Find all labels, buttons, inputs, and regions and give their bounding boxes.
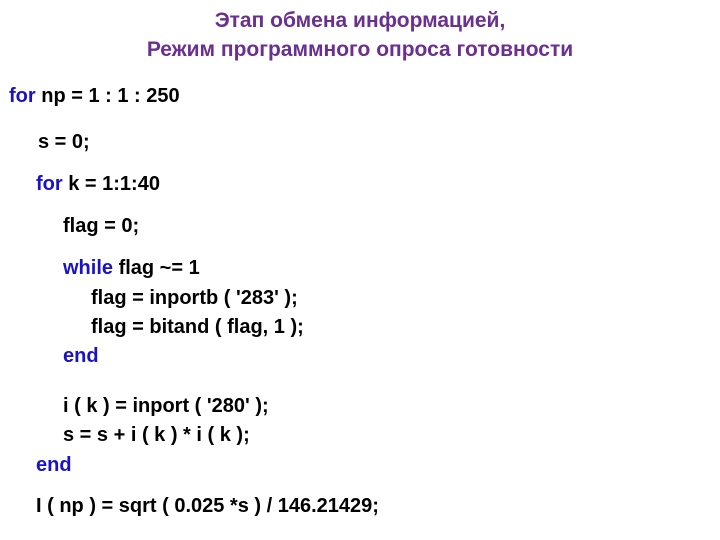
code-line: i ( k ) = inport ( '280' ); bbox=[63, 394, 269, 418]
code-keyword: end bbox=[36, 454, 72, 476]
code-text: k = 1:1:40 bbox=[62, 173, 160, 195]
code-line: I ( np ) = sqrt ( 0.025 *s ) / 146.21429… bbox=[36, 494, 379, 518]
code-line: s = s + i ( k ) * i ( k ); bbox=[63, 423, 250, 447]
code-text: flag = inportb ( '283' ); bbox=[91, 287, 298, 309]
code-text: np = 1 : 1 : 250 bbox=[35, 85, 180, 107]
code-text: I ( np ) = sqrt ( 0.025 *s ) / 146.21429… bbox=[36, 495, 379, 517]
code-line: end bbox=[63, 344, 99, 368]
code-text: s = s + i ( k ) * i ( k ); bbox=[63, 424, 250, 446]
code-line: s = 0; bbox=[38, 130, 90, 154]
slide-title-line-1: Этап обмена информацией, bbox=[214, 9, 506, 32]
code-text: i ( k ) = inport ( '280' ); bbox=[63, 395, 269, 417]
code-line: while flag ~= 1 bbox=[63, 256, 200, 280]
code-text: flag = 0; bbox=[63, 215, 140, 237]
code-line: for k = 1:1:40 bbox=[36, 172, 160, 196]
code-line: flag = inportb ( '283' ); bbox=[91, 286, 298, 310]
code-keyword: for bbox=[9, 85, 36, 107]
slide-title-line-2: Режим программного опроса готовности bbox=[146, 38, 574, 61]
code-keyword: for bbox=[36, 173, 63, 195]
code-line: end bbox=[36, 453, 72, 477]
code-keyword: end bbox=[63, 345, 99, 367]
code-line: for np = 1 : 1 : 250 bbox=[9, 84, 180, 108]
code-text: flag = bitand ( flag, 1 ); bbox=[91, 316, 304, 338]
code-text: s = 0; bbox=[38, 131, 90, 153]
code-line: flag = 0; bbox=[63, 214, 139, 238]
code-line: flag = bitand ( flag, 1 ); bbox=[91, 315, 304, 339]
code-keyword: while bbox=[63, 257, 114, 279]
code-text: flag ~= 1 bbox=[113, 257, 200, 279]
